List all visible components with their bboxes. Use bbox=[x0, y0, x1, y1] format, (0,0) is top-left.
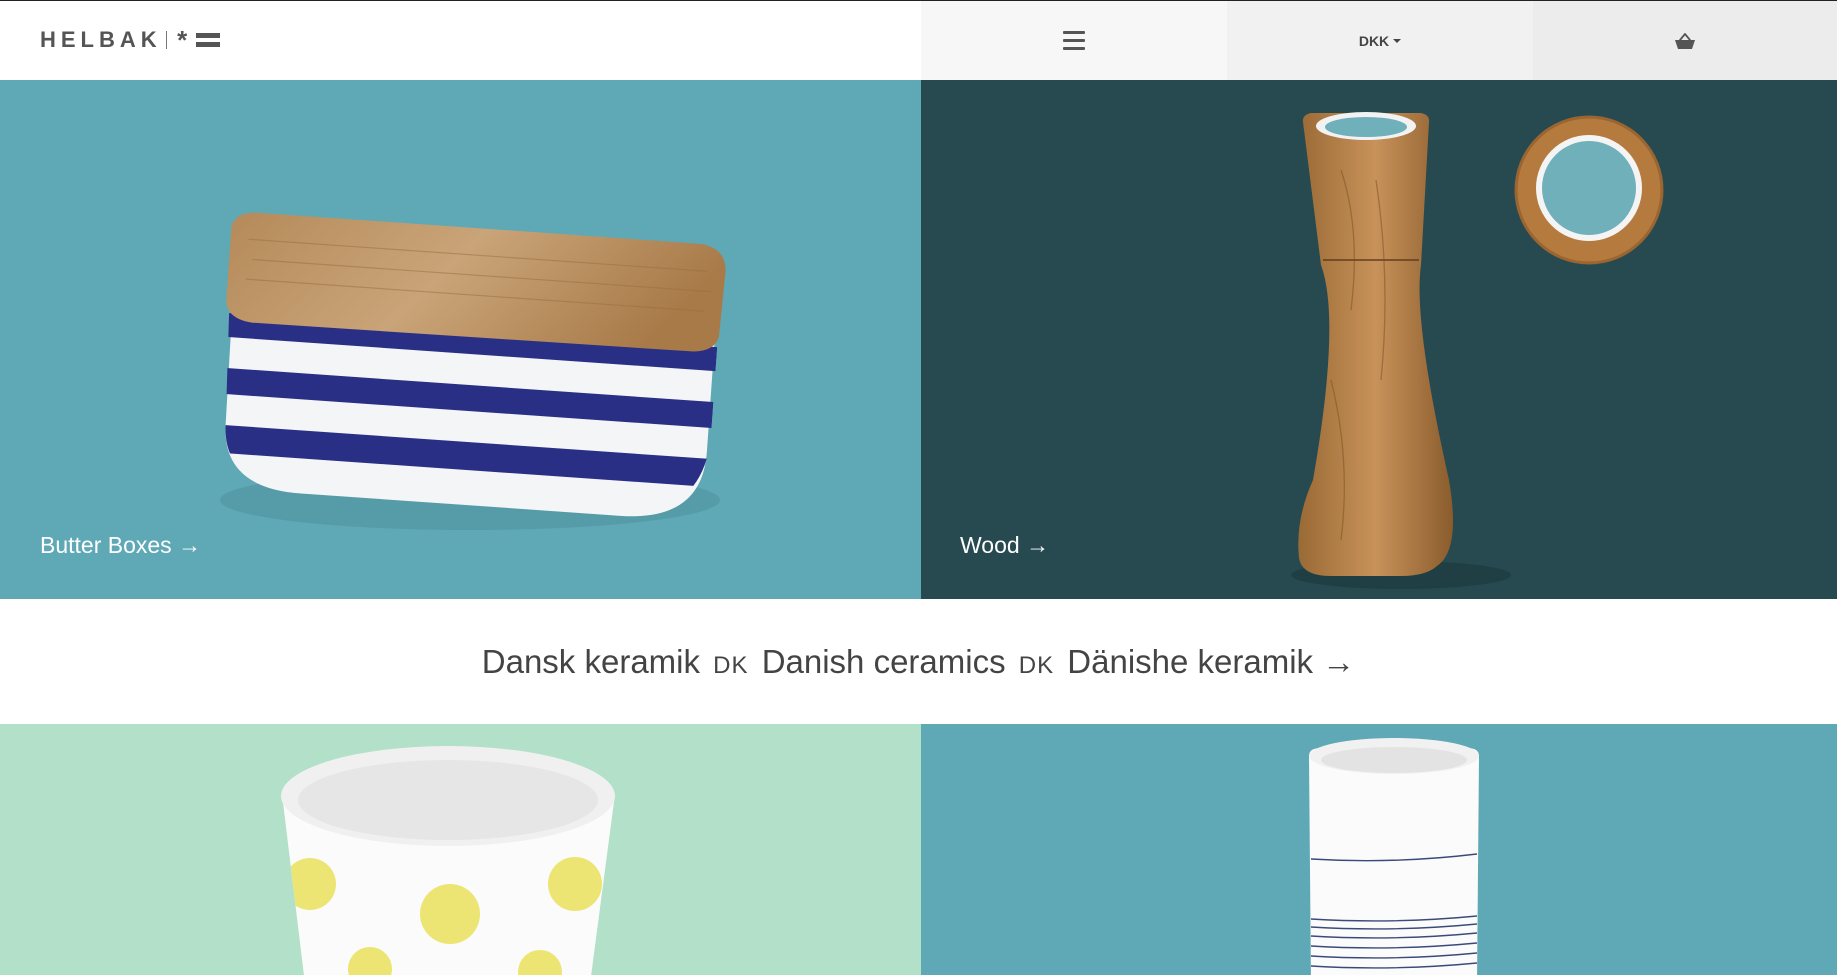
band-text-danish: Dansk keramik bbox=[481, 642, 700, 680]
logo-divider bbox=[165, 31, 168, 49]
caret-down-icon bbox=[1393, 38, 1402, 43]
menu-button[interactable] bbox=[921, 1, 1227, 80]
panel-label-wood: Wood → bbox=[960, 532, 1049, 559]
panel-label-butter-boxes: Butter Boxes → bbox=[40, 532, 201, 559]
butter-box-image bbox=[212, 212, 726, 530]
pepper-mill-image bbox=[1291, 112, 1664, 589]
arrow-right-icon: → bbox=[178, 532, 202, 558]
hamburger-menu-icon bbox=[1063, 31, 1085, 50]
category-panel-cups[interactable] bbox=[0, 724, 921, 975]
band-separator: DK bbox=[1018, 651, 1055, 679]
brand-name: HELBAK bbox=[40, 27, 162, 52]
danish-ceramics-link[interactable]: Dansk keramik DK Danish ceramics DK Däni… bbox=[482, 643, 1355, 681]
panel-title: Wood bbox=[960, 532, 1020, 558]
panel-title: Butter Boxes bbox=[40, 532, 172, 558]
currency-label: DKK bbox=[1358, 32, 1390, 49]
currency-display: DKK bbox=[1358, 32, 1402, 49]
brand-logo[interactable]: HELBAK * bbox=[40, 25, 221, 55]
currency-selector[interactable]: DKK bbox=[1227, 1, 1533, 80]
logo-star-icon: * bbox=[177, 25, 188, 55]
band-separator: DK bbox=[713, 651, 749, 679]
striped-cup-image bbox=[1309, 738, 1479, 975]
band-text-english: Danish ceramics bbox=[761, 642, 1006, 680]
category-panel-wood[interactable]: Wood → bbox=[921, 80, 1837, 599]
category-panel-butter-boxes[interactable]: Butter Boxes → bbox=[0, 80, 921, 599]
arrow-right-icon: → bbox=[1322, 642, 1356, 680]
basket-icon bbox=[1675, 32, 1695, 49]
cart-button[interactable] bbox=[1533, 1, 1837, 80]
band-text-german: Dänishe keramik bbox=[1067, 642, 1314, 680]
category-panel-tall-cups[interactable] bbox=[921, 724, 1837, 975]
polka-dot-cup-image bbox=[281, 746, 615, 975]
danish-ceramics-band: Dansk keramik DK Danish ceramics DK Däni… bbox=[0, 599, 1837, 724]
arrow-right-icon: → bbox=[1026, 532, 1050, 558]
logo-bars-icon bbox=[196, 33, 221, 47]
